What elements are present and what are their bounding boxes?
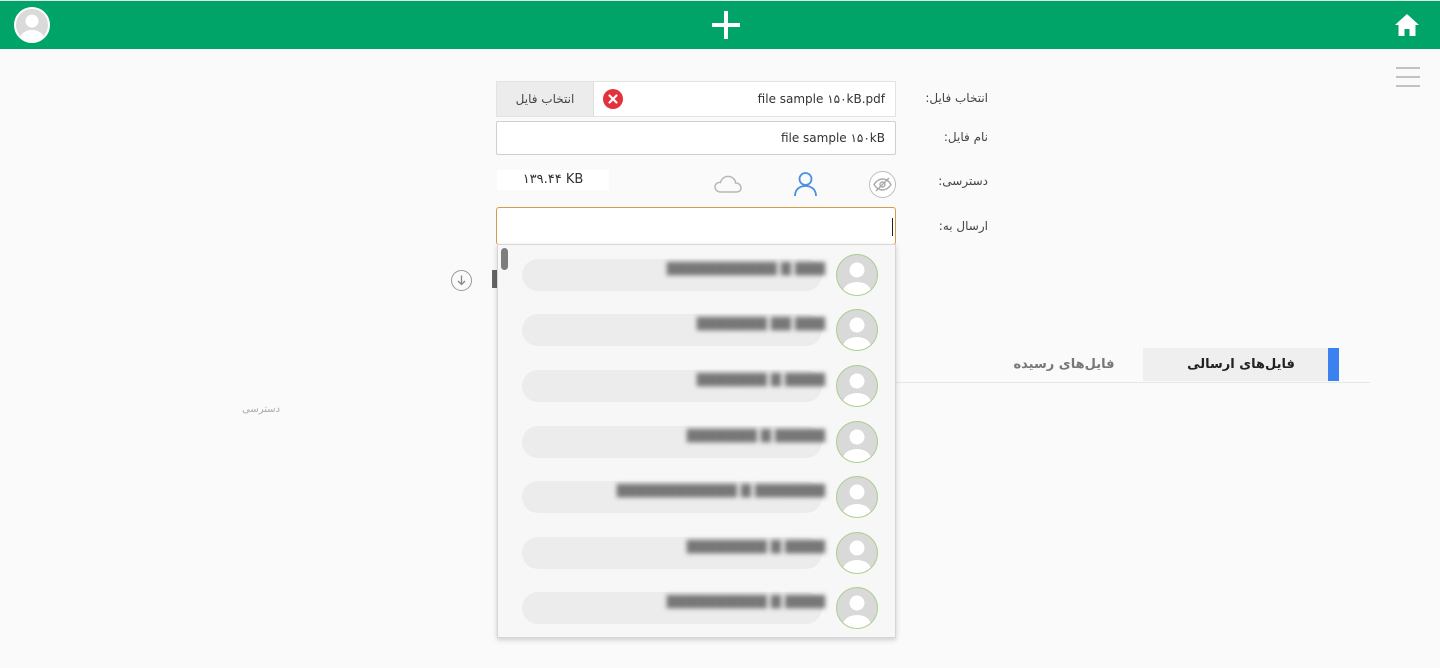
send-to-label: ارسال به: — [938, 219, 988, 233]
avatar — [836, 309, 878, 351]
avatar — [836, 365, 878, 407]
contact-item[interactable]: ▇▇▇ ▇▇ ▇▇▇▇▇▇▇ — [498, 302, 895, 357]
clear-file-icon[interactable] — [603, 89, 623, 109]
top-bar — [0, 0, 1440, 49]
user-silhouette-icon — [843, 484, 871, 517]
user-avatar[interactable] — [14, 7, 50, 43]
cloud-icon[interactable] — [713, 173, 743, 195]
contact-name: ▇▇▇▇ ▇ ▇▇▇▇▇▇▇▇ — [686, 539, 825, 554]
active-tab-indicator — [1328, 348, 1339, 381]
contacts-dropdown: ▇▇▇ ▇ ▇▇▇▇▇▇▇▇▇▇▇ ▇▇▇ ▇▇ ▇▇▇▇▇▇▇ ▇▇▇▇ ▇ … — [497, 244, 896, 638]
eye-off-icon[interactable] — [869, 171, 896, 198]
avatar — [836, 476, 878, 518]
tab-sent-files[interactable]: فایل‌های ارسالی — [1143, 348, 1339, 381]
plus-icon[interactable] — [711, 10, 741, 40]
user-silhouette-icon — [843, 262, 871, 295]
file-name-label: نام فایل: — [943, 130, 988, 144]
avatar — [836, 254, 878, 296]
send-to-input[interactable] — [496, 207, 896, 245]
tab-received-files[interactable]: فایل‌های رسیده — [966, 348, 1162, 381]
contact-item[interactable]: ▇▇▇▇ ▇ ▇▇▇▇▇▇▇▇ — [498, 525, 895, 580]
user-icon[interactable] — [792, 170, 819, 197]
user-silhouette-icon — [843, 595, 871, 628]
choose-file-button[interactable]: انتخاب فایل — [497, 82, 594, 116]
user-silhouette-icon — [843, 317, 871, 350]
contact-name: ▇▇▇▇ ▇ ▇▇▇▇▇▇▇ — [696, 372, 825, 387]
menu-icon[interactable] — [1396, 67, 1420, 87]
file-size: ۱۳۹.۴۴ KB — [497, 170, 609, 190]
avatar — [836, 587, 878, 629]
access-column-header: دسترسی — [242, 404, 281, 415]
user-silhouette-icon — [843, 540, 871, 573]
avatar — [836, 532, 878, 574]
contact-item[interactable]: ▇▇▇▇▇▇▇ ▇ ▇▇▇▇▇▇▇▇▇▇▇▇ — [498, 469, 895, 524]
file-chooser: انتخاب فایل file sample ۱۵۰kB.pdf — [496, 81, 896, 117]
download-icon[interactable] — [451, 270, 472, 291]
user-silhouette-icon — [843, 429, 871, 462]
contact-name: ▇▇▇▇▇▇▇ ▇ ▇▇▇▇▇▇▇▇▇▇▇▇ — [616, 483, 825, 498]
contact-name: ▇▇▇▇ ▇ ▇▇▇▇▇▇▇▇▇▇ — [666, 594, 825, 609]
home-icon[interactable] — [1394, 13, 1420, 37]
contact-item[interactable]: ▇▇▇▇ ▇ ▇▇▇▇▇▇▇ — [498, 358, 895, 413]
file-select-label: انتخاب فایل: — [925, 91, 988, 105]
user-silhouette-icon — [20, 14, 44, 41]
contact-name: ▇▇▇ ▇ ▇▇▇▇▇▇▇▇▇▇▇ — [666, 261, 825, 276]
file-name-input[interactable]: file sample ۱۵۰kB — [496, 121, 896, 155]
file-tabs: فایل‌های رسیده فایل‌های ارسالی — [896, 348, 1370, 383]
contact-item[interactable]: ▇▇▇ ▇ ▇▇▇▇▇▇▇▇▇▇▇ — [498, 247, 895, 302]
contact-item[interactable]: ▇▇▇▇ ▇ ▇▇▇▇▇▇▇▇▇▇ — [498, 580, 895, 635]
text-caret — [892, 218, 893, 236]
user-silhouette-icon — [843, 373, 871, 406]
selected-file-name: file sample ۱۵۰kB.pdf — [757, 92, 885, 106]
avatar — [836, 421, 878, 463]
contact-name: ▇▇▇▇▇ ▇ ▇▇▇▇▇▇▇ — [686, 428, 825, 443]
contact-item[interactable]: ▇▇▇▇▇ ▇ ▇▇▇▇▇▇▇ — [498, 414, 895, 469]
contact-name: ▇▇▇ ▇▇ ▇▇▇▇▇▇▇ — [696, 316, 825, 331]
access-label: دسترسی: — [938, 174, 988, 188]
